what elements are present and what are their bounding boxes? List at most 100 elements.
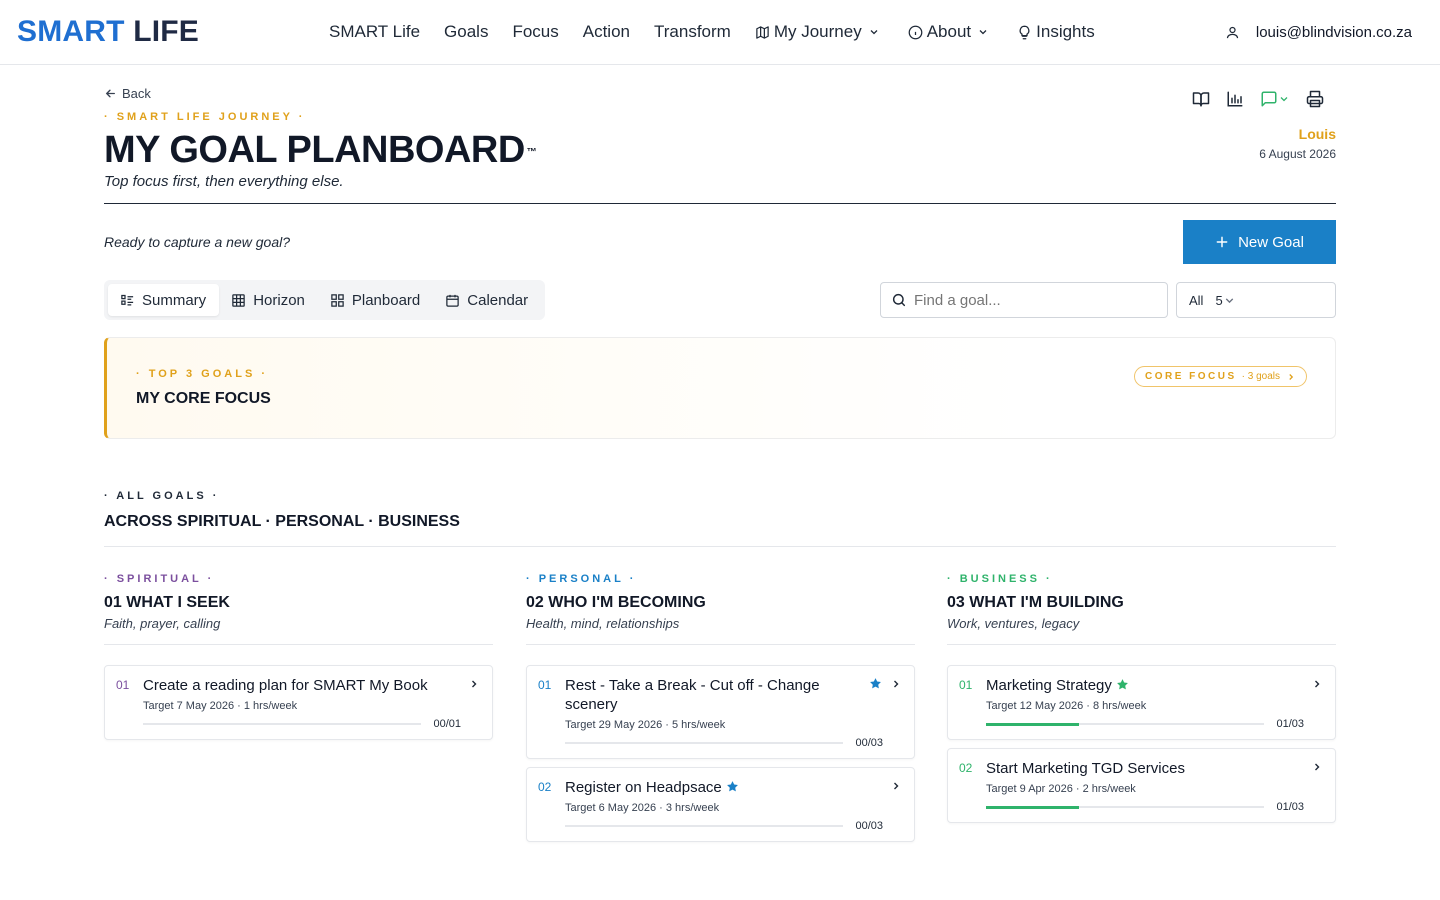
core-focus-pill[interactable]: CORE FOCUS · 3 goals bbox=[1133, 366, 1307, 387]
goal-progress: 00/01 bbox=[143, 718, 482, 730]
goal-meta: Target 7 May 2026 · 1 hrs/week bbox=[143, 700, 298, 712]
book-icon[interactable] bbox=[1192, 90, 1210, 108]
printer-icon[interactable] bbox=[1306, 90, 1324, 108]
search-icon bbox=[891, 292, 914, 308]
column-heading: 03 WHAT I'M BUILDING bbox=[947, 594, 1124, 611]
user-email: louis@blindvision.co.za bbox=[1255, 23, 1412, 41]
lightbulb-icon bbox=[1017, 25, 1036, 40]
progress-bar bbox=[143, 723, 421, 725]
goal-search[interactable] bbox=[880, 282, 1168, 318]
column-personal: · PERSONAL · 02 WHO I'M BECOMING Health,… bbox=[526, 573, 915, 842]
filter-select[interactable]: All 5 bbox=[1176, 282, 1336, 318]
back-label: Back bbox=[122, 86, 151, 101]
user-icon bbox=[1225, 25, 1256, 40]
new-goal-prompt: Ready to capture a new goal? bbox=[104, 234, 291, 250]
tab-label: Summary bbox=[142, 291, 207, 309]
column-spiritual: · SPIRITUAL · 01 WHAT I SEEK Faith, pray… bbox=[104, 573, 493, 740]
goal-meta: Target 6 May 2026 · 3 hrs/week bbox=[565, 802, 720, 814]
tab-calendar[interactable]: Calendar bbox=[433, 284, 541, 316]
comment-menu[interactable] bbox=[1260, 90, 1290, 108]
nav-label: Transform bbox=[654, 22, 731, 41]
page-title: MY GOAL PLANBOARD ™ bbox=[104, 128, 537, 172]
core-focus-title: MY CORE FOCUS bbox=[136, 390, 271, 407]
brand-part2: LIFE bbox=[124, 15, 199, 48]
goal-card[interactable]: 01 Marketing Strategy Target 12 May 2026… bbox=[947, 665, 1336, 740]
column-overline: · SPIRITUAL · bbox=[104, 573, 215, 585]
top-nav: SMART LIFE SMART Life Goals Focus Action… bbox=[0, 0, 1440, 65]
arrow-left-icon bbox=[104, 87, 122, 100]
tab-summary[interactable]: Summary bbox=[108, 284, 220, 316]
chevron-right-icon[interactable] bbox=[1311, 678, 1323, 690]
tab-horizon[interactable]: Horizon bbox=[219, 284, 318, 316]
goal-progress: 01/03 bbox=[986, 801, 1325, 813]
goal-progress: 00/03 bbox=[565, 820, 904, 832]
nav-item-goals[interactable]: Goals bbox=[444, 22, 488, 42]
goal-meta: Target 9 Apr 2026 · 2 hrs/week bbox=[986, 783, 1136, 795]
grid-icon bbox=[330, 293, 352, 308]
goal-number: 02 bbox=[538, 780, 552, 794]
nav-label: Goals bbox=[444, 22, 489, 41]
page-toolbar bbox=[1192, 90, 1324, 108]
column-business: · BUSINESS · 03 WHAT I'M BUILDING Work, … bbox=[947, 573, 1336, 823]
brand-logo[interactable]: SMART LIFE bbox=[17, 14, 199, 50]
column-heading: 02 WHO I'M BECOMING bbox=[526, 594, 706, 611]
chevron-right-icon[interactable] bbox=[890, 678, 902, 690]
nav-label: About bbox=[926, 22, 972, 41]
chevron-right-icon[interactable] bbox=[1311, 761, 1323, 773]
column-divider bbox=[104, 644, 493, 645]
nav-item-action[interactable]: Action bbox=[583, 22, 630, 42]
new-goal-button[interactable]: New Goal bbox=[1183, 220, 1336, 264]
goal-meta: Target 12 May 2026 · 8 hrs/week bbox=[986, 700, 1147, 712]
all-goals-divider bbox=[104, 546, 1336, 547]
goal-card[interactable]: 01 Rest - Take a Break - Cut off - Chang… bbox=[526, 665, 915, 759]
core-focus-overline: · TOP 3 GOALS · bbox=[136, 368, 268, 380]
goal-card[interactable]: 02 Start Marketing TGD Services Target 9… bbox=[947, 748, 1336, 823]
nav-item-about[interactable]: About bbox=[908, 22, 993, 42]
brand-part1: SMART bbox=[17, 15, 125, 48]
view-tabs: Summary Horizon Planboard Calendar bbox=[104, 280, 546, 320]
chevron-down-icon bbox=[977, 26, 993, 38]
goal-number: 02 bbox=[959, 761, 973, 775]
back-link[interactable]: Back bbox=[104, 86, 151, 101]
goal-meta: Target 29 May 2026 · 5 hrs/week bbox=[565, 719, 726, 731]
nav-item-smart-life[interactable]: SMART Life bbox=[329, 22, 420, 42]
tab-planboard[interactable]: Planboard bbox=[318, 284, 433, 316]
goal-card[interactable]: 02 Register on Headpsace Target 6 May 20… bbox=[526, 767, 915, 842]
bar-chart-icon[interactable] bbox=[1226, 90, 1244, 108]
column-heading: 01 WHAT I SEEK bbox=[104, 594, 230, 611]
goal-title-text: Create a reading plan for SMART My Book bbox=[143, 677, 428, 694]
nav-item-my-journey[interactable]: My Journey bbox=[755, 22, 884, 42]
column-subheading: Work, ventures, legacy bbox=[947, 616, 1080, 631]
trademark: ™ bbox=[526, 147, 537, 158]
goal-progress: 01/03 bbox=[986, 718, 1325, 730]
user-name: Louis bbox=[1298, 126, 1336, 142]
chevron-right-icon bbox=[1280, 372, 1296, 382]
chevron-down-icon bbox=[1223, 294, 1236, 307]
table-icon bbox=[231, 293, 253, 308]
core-focus-panel: · TOP 3 GOALS · MY CORE FOCUS CORE FOCUS… bbox=[104, 337, 1336, 439]
search-input[interactable] bbox=[914, 291, 1154, 309]
nav-item-insights[interactable]: Insights bbox=[1017, 22, 1095, 42]
column-subheading: Faith, prayer, calling bbox=[104, 616, 221, 631]
calendar-icon bbox=[445, 293, 467, 308]
goal-title-text: Register on Headpsace bbox=[565, 779, 722, 796]
all-goals-overline: · ALL GOALS · bbox=[104, 490, 220, 502]
nav-item-focus[interactable]: Focus bbox=[512, 22, 558, 42]
column-overline: · PERSONAL · bbox=[526, 573, 637, 585]
nav-item-transform[interactable]: Transform bbox=[654, 22, 731, 42]
journey-overline: · SMART LIFE JOURNEY · bbox=[104, 111, 306, 123]
user-menu[interactable]: louis@blindvision.co.za bbox=[1225, 0, 1412, 64]
page-subtitle: Top focus first, then everything else. bbox=[104, 173, 344, 190]
progress-value: 00/03 bbox=[855, 737, 883, 749]
chevron-right-icon[interactable] bbox=[468, 678, 480, 690]
filter-value: All bbox=[1189, 292, 1204, 308]
page-title-text: MY GOAL PLANBOARD bbox=[104, 129, 525, 171]
progress-value: 01/03 bbox=[1276, 801, 1304, 813]
comment-icon bbox=[1260, 90, 1278, 108]
nav-label: Action bbox=[582, 22, 630, 41]
pill-label: CORE FOCUS bbox=[1144, 371, 1237, 382]
goal-title: Marketing Strategy bbox=[986, 676, 1325, 695]
chevron-right-icon[interactable] bbox=[890, 780, 902, 792]
goal-card[interactable]: 01 Create a reading plan for SMART My Bo… bbox=[104, 665, 493, 740]
progress-value: 00/01 bbox=[433, 718, 461, 730]
